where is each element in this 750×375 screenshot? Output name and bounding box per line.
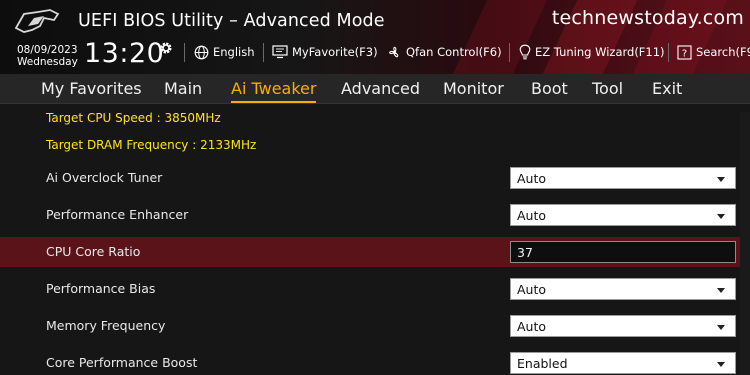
- qfan-control-label: Qfan Control(F6): [406, 45, 502, 59]
- date-display: 08/09/2023 Wednesday: [17, 44, 78, 68]
- tab-ai-tweaker[interactable]: Ai Tweaker: [231, 79, 317, 103]
- settings-panel: Target CPU Speed : 3850MHz Target DRAM F…: [0, 105, 750, 375]
- tab-monitor[interactable]: Monitor: [443, 79, 504, 98]
- tab-boot[interactable]: Boot: [531, 79, 568, 98]
- core-performance-boost-dropdown[interactable]: Enabled: [510, 352, 736, 374]
- date-text: 08/09/2023: [17, 44, 78, 56]
- help-search-icon: ?: [677, 44, 692, 60]
- language-button[interactable]: English: [194, 43, 255, 61]
- performance-bias-dropdown[interactable]: Auto: [510, 278, 736, 300]
- language-label: English: [213, 45, 255, 59]
- header-decoration: [452, 0, 548, 74]
- search-button[interactable]: ? Search(F9): [677, 43, 750, 61]
- tab-my-favorites[interactable]: My Favorites: [41, 79, 142, 98]
- ez-tuning-wizard-button[interactable]: EZ Tuning Wizard(F11): [519, 43, 665, 61]
- setting-label: Performance Bias: [46, 281, 156, 296]
- performance-enhancer-dropdown[interactable]: Auto: [510, 204, 736, 226]
- setting-row-core-performance-boost[interactable]: Core Performance Boost Enabled: [0, 348, 750, 375]
- search-label: Search(F9): [696, 45, 750, 59]
- setting-label: Performance Enhancer: [46, 207, 189, 222]
- header-divider: [184, 43, 185, 62]
- app-title: UEFI BIOS Utility – Advanced Mode: [78, 11, 385, 31]
- setting-label: Ai Overclock Tuner: [46, 170, 163, 185]
- globe-icon: [194, 45, 209, 59]
- target-cpu-speed: Target CPU Speed : 3850MHz: [46, 111, 221, 125]
- setting-row-memory-frequency[interactable]: Memory Frequency Auto: [0, 311, 750, 341]
- target-dram-frequency: Target DRAM Frequency : 2133MHz: [46, 138, 257, 152]
- bulb-icon: [519, 44, 531, 60]
- dropdown-value: Enabled: [517, 356, 568, 371]
- fan-icon: [389, 46, 399, 57]
- dropdown-value: Auto: [517, 171, 547, 186]
- ai-overclock-tuner-dropdown[interactable]: Auto: [510, 167, 736, 189]
- header-divider: [509, 43, 510, 62]
- header-divider: [263, 43, 264, 62]
- rog-logo-icon: [14, 9, 60, 33]
- chevron-down-icon: [717, 177, 725, 182]
- setting-label: Memory Frequency: [46, 318, 166, 333]
- qfan-control-button[interactable]: Qfan Control(F6): [387, 43, 502, 61]
- setting-label: CPU Core Ratio: [46, 244, 141, 259]
- chevron-down-icon: [717, 214, 725, 219]
- ez-tuning-wizard-label: EZ Tuning Wizard(F11): [535, 45, 665, 59]
- tab-tool[interactable]: Tool: [592, 79, 623, 98]
- tab-exit[interactable]: Exit: [652, 79, 682, 98]
- weekday-text: Wednesday: [17, 56, 78, 68]
- chevron-down-icon: [717, 288, 725, 293]
- svg-text:?: ?: [682, 48, 687, 59]
- tab-main[interactable]: Main: [164, 79, 202, 98]
- gear-icon[interactable]: [158, 40, 174, 56]
- header-bar: UEFI BIOS Utility – Advanced Mode techne…: [0, 0, 750, 74]
- myfavorite-label: MyFavorite(F3): [292, 45, 378, 59]
- setting-row-performance-enhancer[interactable]: Performance Enhancer Auto: [0, 200, 750, 230]
- dropdown-value: Auto: [517, 282, 547, 297]
- chevron-down-icon: [717, 362, 725, 367]
- setting-label: Core Performance Boost: [46, 355, 198, 370]
- dropdown-value: Auto: [517, 208, 547, 223]
- scrollbar[interactable]: [740, 112, 750, 375]
- cpu-core-ratio-input[interactable]: 37: [510, 241, 736, 263]
- setting-row-ai-overclock-tuner[interactable]: Ai Overclock Tuner Auto: [0, 163, 750, 193]
- watermark-text: technewstoday.com: [551, 7, 744, 29]
- tab-advanced[interactable]: Advanced: [341, 79, 420, 98]
- main-tab-bar: My Favorites Main Ai Tweaker Advanced Mo…: [0, 74, 750, 104]
- myfavorite-button[interactable]: MyFavorite(F3): [272, 43, 378, 61]
- header-divider: [668, 43, 669, 62]
- favorite-monitor-icon: [272, 45, 288, 59]
- chevron-down-icon: [717, 325, 725, 330]
- setting-row-cpu-core-ratio[interactable]: CPU Core Ratio 37: [0, 237, 750, 267]
- dropdown-value: Auto: [517, 319, 547, 334]
- time-display: 13:20: [84, 38, 165, 69]
- setting-row-performance-bias[interactable]: Performance Bias Auto: [0, 274, 750, 304]
- memory-frequency-dropdown[interactable]: Auto: [510, 315, 736, 337]
